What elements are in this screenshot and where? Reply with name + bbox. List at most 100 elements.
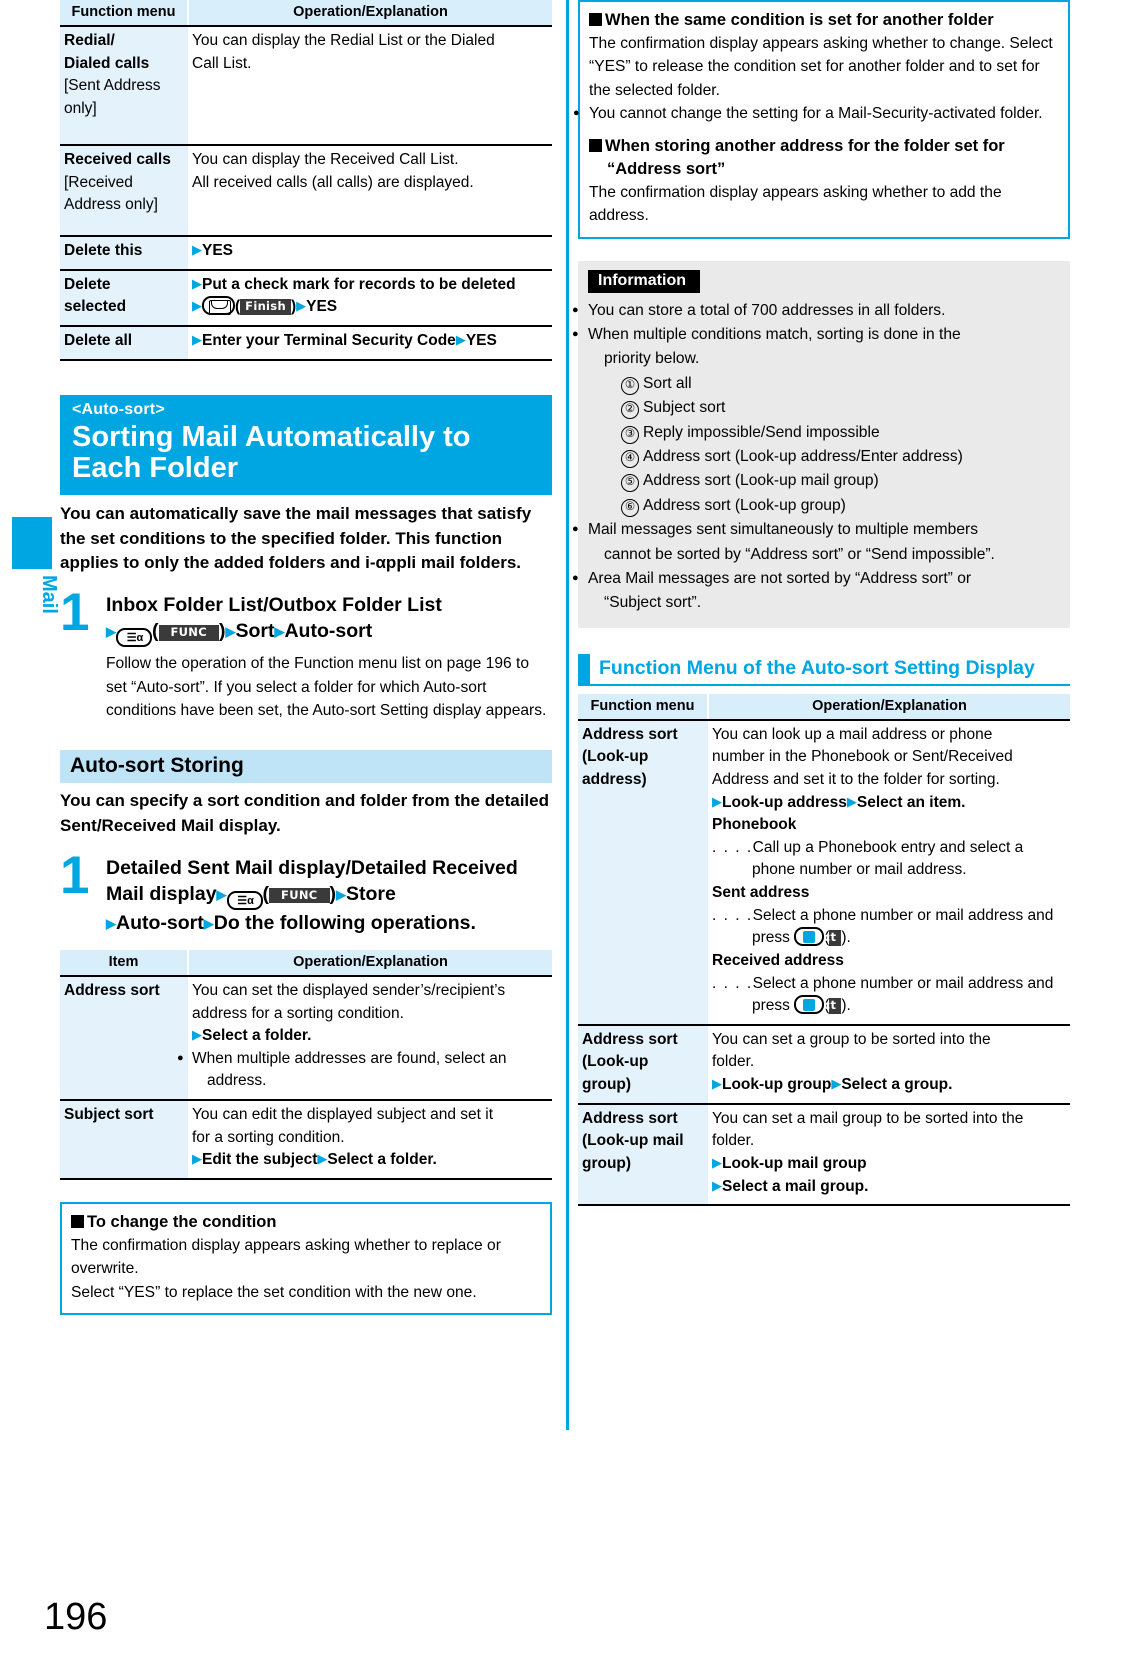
function-menu-table-top: Function menu Operation/Explanation Redi… (60, 0, 552, 361)
col-header-operation: Operation/Explanation (188, 0, 552, 27)
col-header-operation: Operation/Explanation (708, 693, 1070, 721)
softkey-func: FUNC (269, 887, 330, 904)
circled-number-icon: ⑤ (621, 474, 639, 493)
leader-dots: . . . . (712, 838, 753, 856)
list-item: ① Sort all (588, 372, 1060, 395)
information-box: Information You can store a total of 700… (578, 260, 1070, 628)
row-body-delete-selected: Put a check mark for records to be delet… (188, 268, 552, 326)
row-item-address-sort-lookup-address: Address sort (Look-up address) (578, 718, 708, 1025)
sub-label-received-address: Received address (712, 951, 844, 969)
note-box-same-condition: When the same condition is set for anoth… (578, 0, 1070, 239)
table-row: Subject sort You can edit the displayed … (60, 1099, 552, 1180)
list-item: ⑥ Address sort (Look-up group) (588, 494, 1060, 517)
circled-number-icon: ④ (621, 449, 639, 468)
softkey-func: FUNC (158, 625, 219, 641)
softkey-select: Select (794, 930, 842, 946)
row-body-delete-all: Enter your Terminal Security CodeYES (188, 324, 552, 361)
arrow-icon (831, 1077, 841, 1090)
table-row: Delete selected Put a check mark for rec… (60, 268, 552, 326)
circled-number-icon: ① (621, 376, 639, 395)
step-heading: Detailed Sent Mail display/Detailed Rece… (106, 855, 552, 936)
arrow-icon (712, 795, 722, 808)
row-body-redial: You can display the Redial List or the D… (188, 25, 552, 145)
arrow-icon (192, 1152, 202, 1165)
arrow-icon (106, 625, 116, 638)
list-item: ⑤ Address sort (Look-up mail group) (588, 469, 1060, 493)
softkey-finish: Finish (240, 299, 291, 315)
table-row: Address sort (Look-up address) You can l… (578, 718, 1070, 1025)
arrow-icon (317, 1152, 327, 1165)
row-item-received-calls: Received calls [Received Address only] (60, 144, 188, 236)
arrow-icon (192, 1028, 202, 1041)
row-item-redial: Redial/ Dialed calls [Sent Address only] (60, 25, 188, 145)
function-menu-table-bottom: Function menu Operation/Explanation Addr… (578, 693, 1070, 1207)
note-box-change-condition: To change the condition The confirmation… (60, 1201, 552, 1316)
table-row: Received calls [Received Address only] Y… (60, 144, 552, 236)
arrow-icon (217, 888, 227, 901)
section-band-auto-sort-storing: Auto-sort Storing (60, 750, 552, 784)
chapter-subtitle: <Auto-sort> (72, 400, 165, 418)
row-body-address-sort-lookup-group: You can set a group to be sorted into th… (708, 1023, 1070, 1104)
table-row: Address sort (Look-up group) You can set… (578, 1023, 1070, 1104)
table-row: Address sort You can set the displayed s… (60, 974, 552, 1100)
row-item-subject-sort: Subject sort (60, 1099, 188, 1180)
row-body-address-sort-lookup-address: You can look up a mail address or phone … (708, 718, 1070, 1025)
row-item-address-sort: Address sort (60, 974, 188, 1100)
arrow-icon (712, 1156, 722, 1169)
col-header-function-menu: Function menu (578, 693, 709, 721)
mail-key-icon (202, 296, 235, 316)
section-band-text: You can specify a sort condition and fol… (60, 791, 549, 835)
left-column: Function menu Operation/Explanation Redi… (60, 0, 552, 1316)
arrow-icon (192, 299, 202, 312)
information-tag: Information (588, 269, 700, 293)
note-heading: When the same condition is set for anoth… (589, 9, 1059, 32)
row-item-address-sort-lookup-mail-group: Address sort (Look-up mail group) (578, 1102, 708, 1207)
right-column: When the same condition is set for anoth… (578, 0, 1070, 1207)
softkey-select: Select (794, 998, 842, 1014)
square-bullet-icon (589, 13, 602, 26)
table-row: Delete this YES (60, 235, 552, 270)
step-heading: Inbox Folder List/Outbox Folder List ☰α(… (106, 592, 552, 648)
center-select-key-icon (794, 927, 825, 947)
item-operation-table: Item Operation/Explanation Address sort … (60, 949, 552, 1180)
square-bullet-icon (589, 138, 602, 152)
chapter-tab-marker (12, 517, 52, 569)
chapter-title: Sorting Mail Automatically to Each Folde… (72, 420, 471, 484)
note-heading: When storing another address for the fol… (589, 135, 1059, 181)
note-text: The confirmation display appears asking … (589, 183, 1002, 225)
sub-label-sent-address: Sent address (712, 884, 810, 902)
step-number: 1 (60, 845, 90, 905)
list-item: “Subject sort”. (604, 594, 702, 612)
row-body-address-sort-lookup-mail-group: You can set a mail group to be sorted in… (708, 1102, 1070, 1207)
arrow-icon (847, 795, 857, 808)
circled-number-icon: ⑥ (621, 498, 639, 517)
leader-dots: . . . . (712, 974, 753, 992)
col-header-operation: Operation/Explanation (188, 949, 552, 977)
row-item-delete-this: Delete this (60, 235, 188, 270)
step-body: Follow the operation of the Function men… (106, 655, 547, 719)
note-text: Select “YES” to replace the set conditio… (71, 1283, 477, 1301)
list-item: When multiple conditions match, sorting … (588, 326, 961, 344)
arrow-icon (192, 243, 202, 256)
note-bullet: You cannot change the setting for a Mail… (589, 105, 1043, 123)
square-bullet-icon (71, 1214, 84, 1228)
list-item: ④ Address sort (Look-up address/Enter add… (588, 445, 1060, 468)
page-number: 196 (44, 1596, 108, 1638)
table-header-row: Item Operation/Explanation (60, 949, 552, 977)
row-body-delete-this: YES (188, 235, 552, 270)
sub-label-phonebook: Phonebook (712, 816, 797, 834)
manual-page: Mail 196 Function menu Operation/Explana… (0, 0, 1136, 1672)
arrow-icon (192, 277, 202, 290)
circled-number-icon: ③ (621, 425, 639, 444)
arrow-icon (106, 917, 116, 930)
column-divider (566, 0, 569, 1430)
arrow-icon (192, 333, 202, 346)
list-item: ③ Reply impossible/Send impossible (588, 421, 1060, 444)
table-header-row: Function menu Operation/Explanation (60, 0, 552, 27)
note-text: The confirmation display appears asking … (589, 35, 1053, 99)
chapter-heading: <Auto-sort> Sorting Mail Automatically t… (60, 394, 552, 496)
section-title-bar (578, 653, 590, 684)
chapter-tab-label: Mail (38, 575, 60, 614)
arrow-icon (225, 625, 235, 638)
note-heading: To change the condition (71, 1211, 541, 1234)
